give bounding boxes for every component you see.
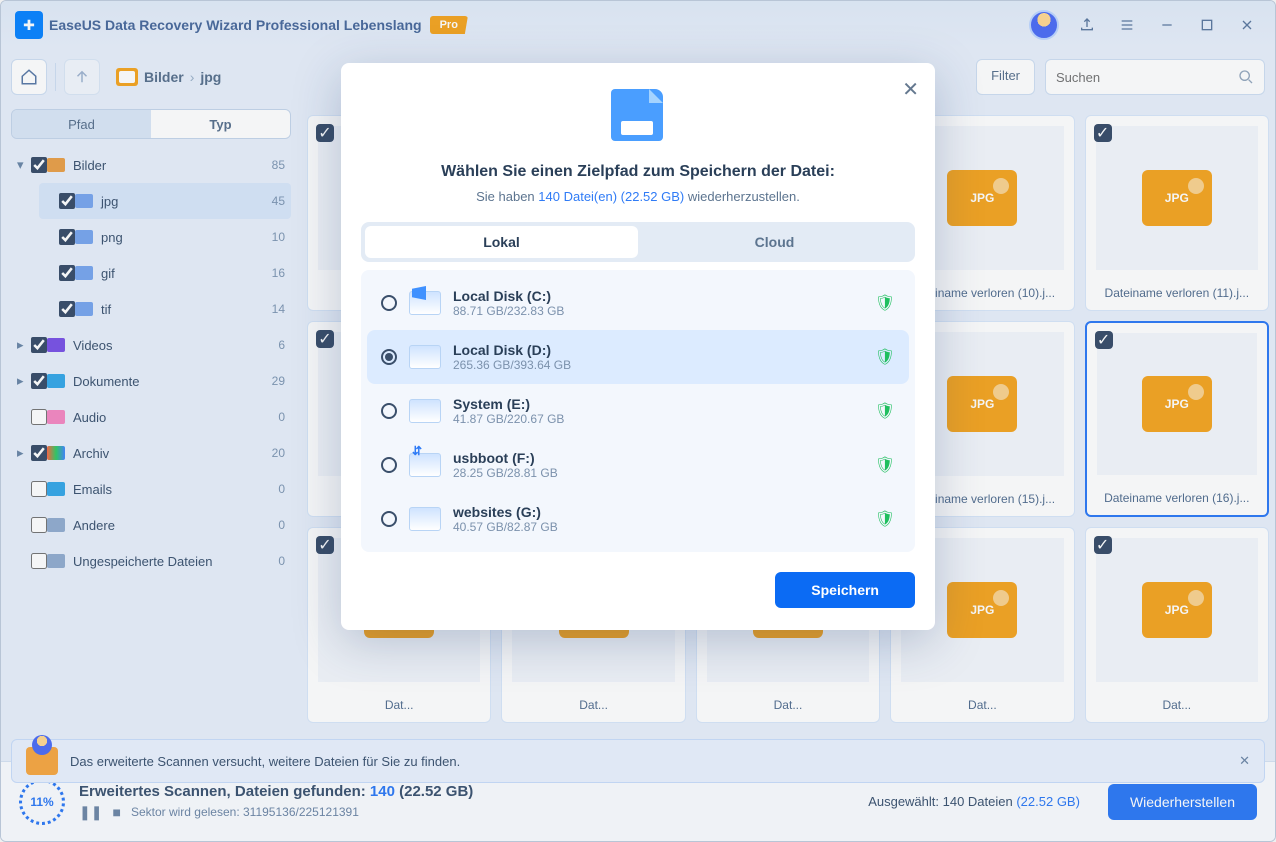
disk-name: System (E:) (453, 396, 564, 412)
disk-size: 28.25 GB/28.81 GB (453, 466, 558, 480)
disk-icon (409, 399, 441, 423)
destination-tabs: Lokal Cloud (361, 222, 915, 262)
shield-icon: 🛡 (875, 455, 895, 475)
radio-button[interactable] (381, 511, 397, 527)
shield-icon: 🛡 (875, 401, 895, 421)
radio-button[interactable] (381, 349, 397, 365)
disk-icon (409, 345, 441, 369)
disk-row[interactable]: Local Disk (C:) 88.71 GB/232.83 GB 🛡 (367, 276, 909, 330)
disk-name: Local Disk (C:) (453, 288, 564, 304)
app-window: ✚ EaseUS Data Recovery Wizard Profession… (0, 0, 1276, 842)
shield-icon: 🛡 (875, 347, 895, 367)
floppy-icon (611, 89, 665, 149)
tab-cloud[interactable]: Cloud (638, 226, 911, 258)
modal-backdrop[interactable]: ✕ Wählen Sie einen Zielpfad zum Speicher… (1, 1, 1275, 841)
disk-icon (409, 507, 441, 531)
modal-title: Wählen Sie einen Zielpfad zum Speichern … (361, 163, 915, 181)
shield-icon: 🛡 (875, 293, 895, 313)
disk-row[interactable]: websites (G:) 40.57 GB/82.87 GB 🛡 (367, 492, 909, 546)
save-path-modal: ✕ Wählen Sie einen Zielpfad zum Speicher… (341, 63, 935, 630)
disk-row[interactable]: System (E:) 41.87 GB/220.67 GB 🛡 (367, 384, 909, 438)
disk-name: Local Disk (D:) (453, 342, 571, 358)
disk-row[interactable]: Local Disk (D:) 265.36 GB/393.64 GB 🛡 (367, 330, 909, 384)
shield-icon: 🛡 (875, 509, 895, 529)
disk-size: 88.71 GB/232.83 GB (453, 304, 564, 318)
disk-icon (409, 291, 441, 315)
disk-name: websites (G:) (453, 504, 558, 520)
disk-icon (409, 453, 441, 477)
radio-button[interactable] (381, 403, 397, 419)
save-button[interactable]: Speichern (775, 572, 915, 608)
tab-local[interactable]: Lokal (365, 226, 638, 258)
disk-size: 41.87 GB/220.67 GB (453, 412, 564, 426)
disk-size: 40.57 GB/82.87 GB (453, 520, 558, 534)
modal-subtitle: Sie haben 140 Datei(en) (22.52 GB) wiede… (361, 189, 915, 204)
modal-close-icon[interactable]: ✕ (902, 77, 919, 102)
disk-list[interactable]: Local Disk (C:) 88.71 GB/232.83 GB 🛡 Loc… (361, 270, 915, 552)
disk-size: 265.36 GB/393.64 GB (453, 358, 571, 372)
disk-row[interactable]: usbboot (F:) 28.25 GB/28.81 GB 🛡 (367, 438, 909, 492)
radio-button[interactable] (381, 295, 397, 311)
disk-name: usbboot (F:) (453, 450, 558, 466)
radio-button[interactable] (381, 457, 397, 473)
